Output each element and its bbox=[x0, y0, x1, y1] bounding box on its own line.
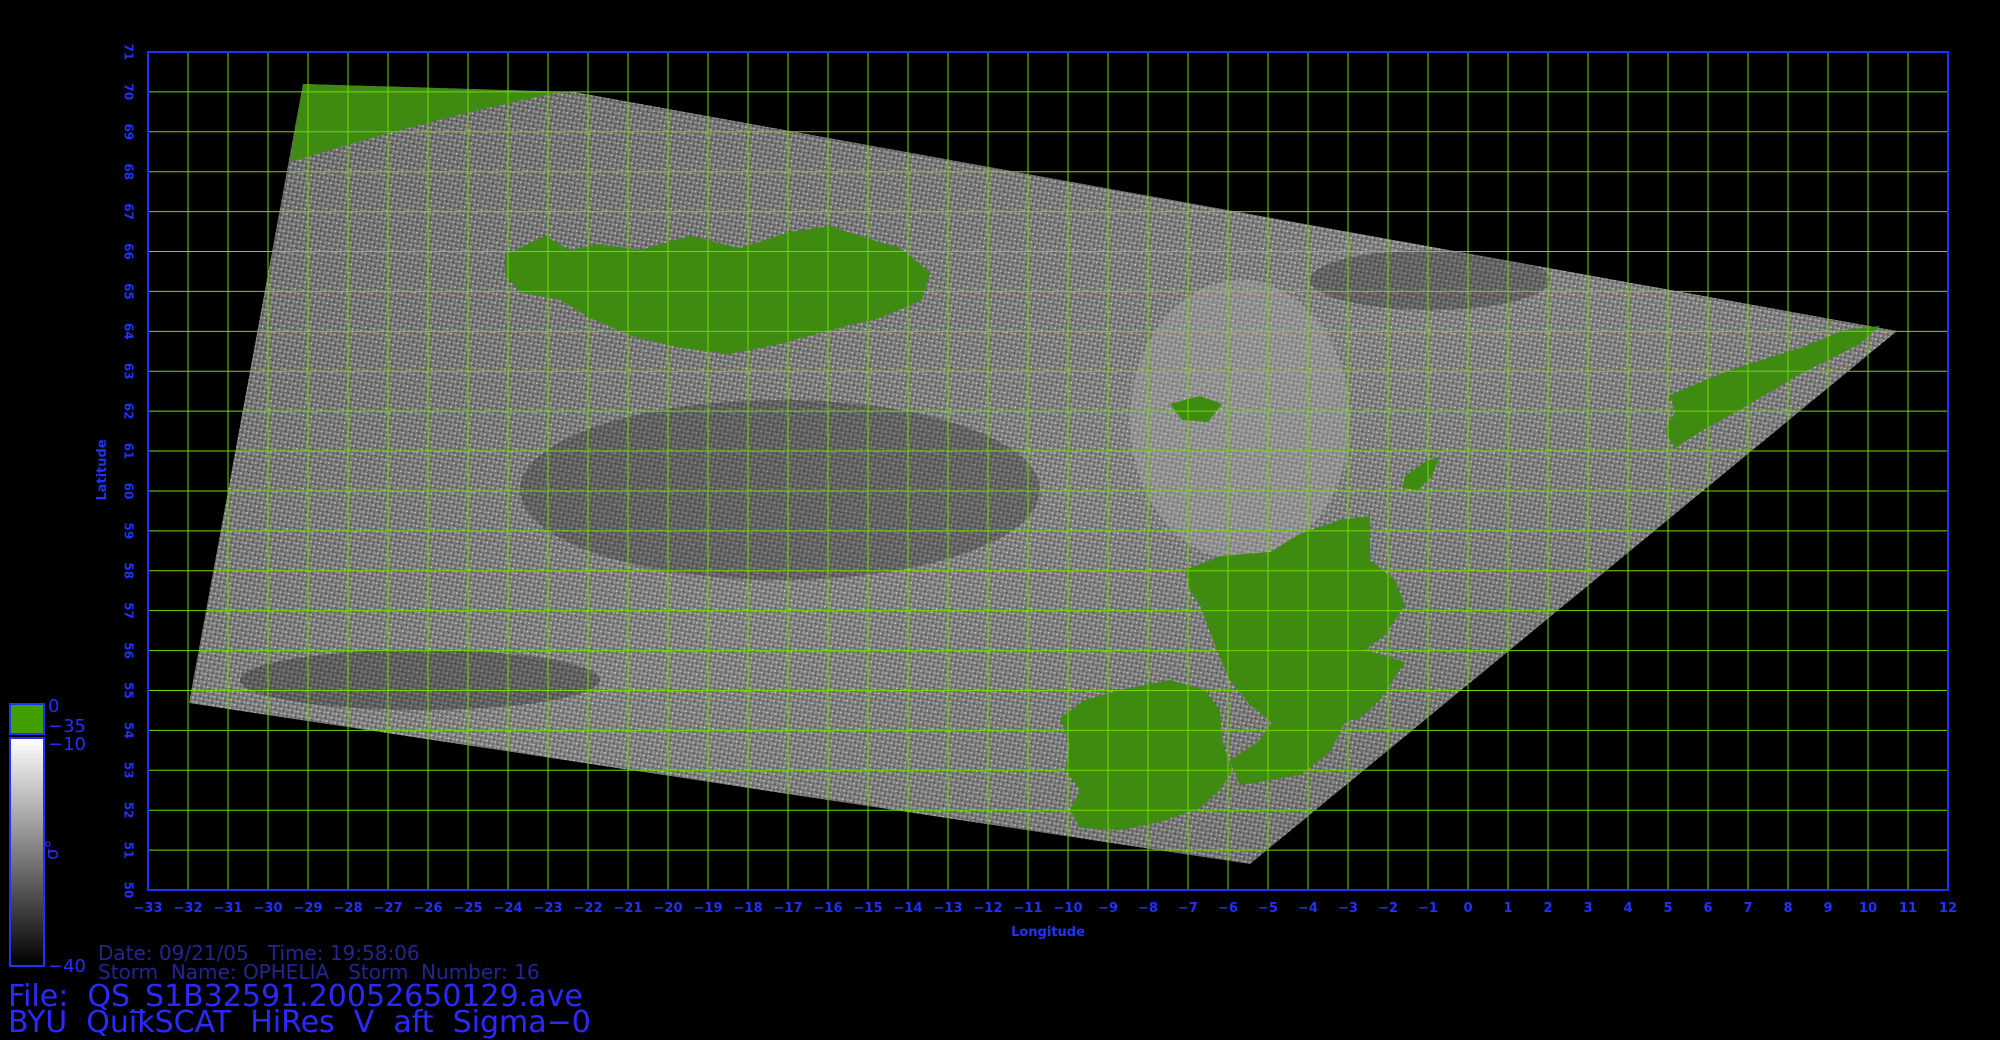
lat-tick-label: 63 bbox=[122, 363, 136, 380]
lon-tick-label: −3 bbox=[1338, 901, 1358, 916]
lon-tick-label: −24 bbox=[494, 901, 523, 916]
lat-tick-label: 53 bbox=[122, 762, 136, 779]
lat-tick-label: 59 bbox=[122, 523, 136, 540]
longitude-tick-labels: −33 −32 −31 −30 −29 −28 −27 −26 −25 −24 −23 −22 −21−… bbox=[134, 901, 1958, 916]
lon-tick-label: −18 bbox=[734, 901, 763, 916]
lon-tick-label: 1 bbox=[1503, 901, 1512, 916]
lon-tick-label: −2 bbox=[1378, 901, 1398, 916]
colorbar-label-0: 0 bbox=[48, 696, 59, 717]
lon-tick-label: −25 bbox=[454, 901, 483, 916]
lon-tick-label: −32 bbox=[174, 901, 203, 916]
lon-tick-label: −12 bbox=[974, 901, 1003, 916]
product-title-line: BYU QuikSCAT HiRes V aft Sigma−0 bbox=[8, 1005, 591, 1040]
lon-tick-label: −17 bbox=[774, 901, 803, 916]
lon-tick-label: −11 bbox=[1014, 901, 1043, 916]
lat-tick-label: 71 bbox=[122, 44, 136, 61]
lat-tick-label: 66 bbox=[122, 243, 136, 260]
lon-tick-label: 7 bbox=[1743, 901, 1752, 916]
lon-tick-label: −29 bbox=[294, 901, 323, 916]
satellite-swath bbox=[189, 84, 1897, 864]
lon-tick-label: 9 bbox=[1823, 901, 1832, 916]
lon-tick-label: −10 bbox=[1054, 901, 1083, 916]
lat-tick-label: 54 bbox=[122, 722, 136, 739]
colorbar-label-3: −40 bbox=[48, 956, 86, 977]
lon-tick-label: −14 bbox=[894, 901, 923, 916]
colorbar-label-2: −10 bbox=[48, 734, 86, 755]
lat-tick-label: 52 bbox=[122, 802, 136, 819]
colorbar-gradient bbox=[9, 737, 45, 967]
lon-tick-label: 8 bbox=[1783, 901, 1792, 916]
lon-tick-label: 11 bbox=[1899, 901, 1917, 916]
lon-tick-label: −31 bbox=[214, 901, 243, 916]
lat-tick-label: 55 bbox=[122, 682, 136, 699]
lat-tick-label: 67 bbox=[122, 203, 136, 220]
lat-tick-label: 57 bbox=[122, 602, 136, 619]
colorbar-unit: σ° bbox=[42, 840, 63, 860]
lon-tick-label: −4 bbox=[1298, 901, 1318, 916]
colorbar-green-segment bbox=[9, 703, 45, 735]
x-axis-label: Longitude bbox=[1011, 925, 1085, 940]
lon-tick-label: 2 bbox=[1543, 901, 1552, 916]
lon-tick-label: −1 bbox=[1418, 901, 1438, 916]
lon-tick-label: −27 bbox=[374, 901, 403, 916]
lon-tick-label: 0 bbox=[1463, 901, 1472, 916]
lat-tick-label: 62 bbox=[122, 403, 136, 420]
lon-tick-label: −30 bbox=[254, 901, 283, 916]
lat-tick-label: 69 bbox=[122, 123, 136, 140]
lat-tick-label: 58 bbox=[122, 562, 136, 579]
lon-tick-label: −6 bbox=[1218, 901, 1238, 916]
lat-tick-label: 65 bbox=[122, 283, 136, 300]
lon-tick-label: −26 bbox=[414, 901, 443, 916]
lon-tick-label: −5 bbox=[1258, 901, 1278, 916]
lon-tick-label: −33 bbox=[134, 901, 163, 916]
y-axis-label: Latitude bbox=[95, 439, 110, 501]
lon-tick-label: 12 bbox=[1939, 901, 1957, 916]
lon-tick-label: 10 bbox=[1859, 901, 1877, 916]
lat-tick-label: 56 bbox=[122, 642, 136, 659]
lon-tick-label: −21 bbox=[614, 901, 643, 916]
lat-tick-label: 70 bbox=[122, 84, 136, 101]
lat-tick-label: 50 bbox=[122, 882, 136, 899]
lon-tick-label: 4 bbox=[1623, 901, 1632, 916]
lat-tick-label: 61 bbox=[122, 443, 136, 460]
latitude-tick-labels: 50 51 52 53 54 55 56 57 58 59 60 61 62 63 64 65 66 67 68 69… bbox=[122, 44, 136, 899]
lat-tick-label: 68 bbox=[122, 163, 136, 180]
lon-tick-label: −9 bbox=[1098, 901, 1118, 916]
sigma0-map: −33 −32 −31 −30 −29 −28 −27 −26 −25 −24 −23 −22 −21−… bbox=[9, 44, 1958, 977]
lon-tick-label: −22 bbox=[574, 901, 603, 916]
colorbar: 0 −35 −10 σ° −40 bbox=[9, 696, 86, 977]
lon-tick-label: −16 bbox=[814, 901, 843, 916]
lat-tick-label: 64 bbox=[122, 323, 136, 340]
lon-tick-label: 6 bbox=[1703, 901, 1712, 916]
lon-tick-label: 5 bbox=[1663, 901, 1672, 916]
lon-tick-label: −15 bbox=[854, 901, 883, 916]
lon-tick-label: −8 bbox=[1138, 901, 1158, 916]
lon-tick-label: −7 bbox=[1178, 901, 1198, 916]
lat-tick-label: 60 bbox=[122, 483, 136, 500]
lat-tick-label: 51 bbox=[122, 842, 136, 859]
lon-tick-label: −23 bbox=[534, 901, 563, 916]
lon-tick-label: −28 bbox=[334, 901, 363, 916]
lon-tick-label: 3 bbox=[1583, 901, 1592, 916]
lon-tick-label: −19 bbox=[694, 901, 723, 916]
lon-tick-label: −20 bbox=[654, 901, 683, 916]
lon-tick-label: −13 bbox=[934, 901, 963, 916]
